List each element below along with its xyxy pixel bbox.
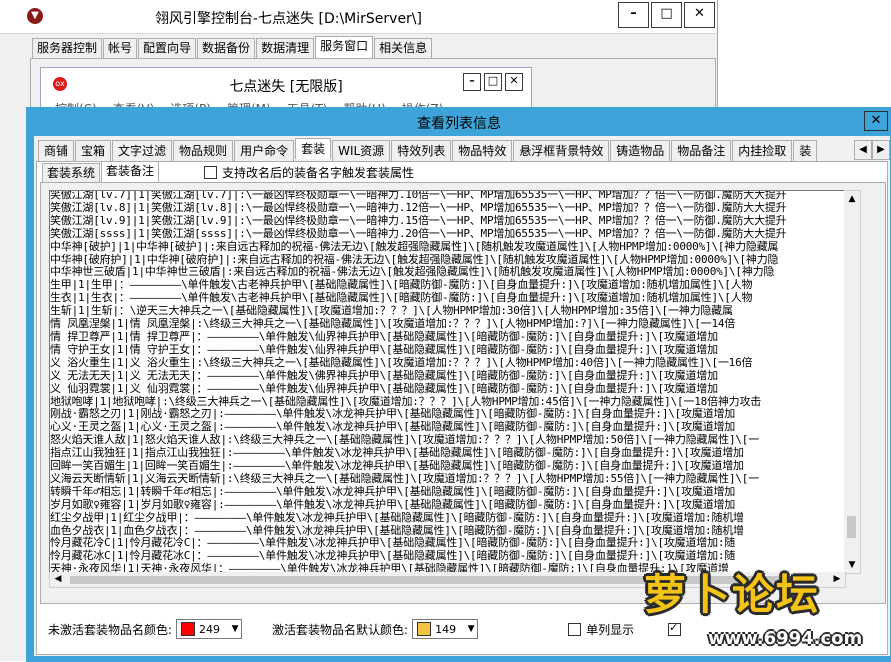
- dialog-tabs: 商铺 宝箱 文字过滤 物品规则 用户命令 套装 WIL资源 特效列表 物品特效 …: [38, 138, 818, 161]
- tab-tooltip-bg-effects[interactable]: 悬浮框背景特效: [513, 140, 610, 161]
- dialog-titlebar: 查看列表信息 ✕: [26, 107, 891, 135]
- chevron-down-icon: ▼: [231, 624, 239, 634]
- suit-note-line: 笑傲江湖[ssss]|1|笑傲江湖[ssss]|:\一最凶悍终极勋章一\一暗神力…: [50, 226, 787, 240]
- single-column-checkbox[interactable]: [568, 622, 582, 636]
- default-color-picker[interactable]: 149 ▼: [412, 619, 479, 639]
- tab-server-control[interactable]: 服务器控制: [32, 38, 103, 58]
- rename-trigger-checkbox[interactable]: [204, 166, 217, 179]
- main-window-title: 翎风引擎控制台-七点迷失 [D:\MirServer\]: [155, 11, 422, 27]
- vertical-scrollbar[interactable]: ▲ ▼: [844, 190, 861, 574]
- tab-account[interactable]: 帐号: [103, 38, 138, 58]
- main-window-buttons: – □ ✕: [616, 2, 715, 28]
- tab-data-cleanup[interactable]: 数据清理: [256, 38, 315, 58]
- suit-note-line: 义 仙羽霓裳|1|义 仙羽霓裳|：————————\单件触发\仙界神兵护甲\[基…: [50, 381, 718, 395]
- suit-note-line: 义 无法无天|1|义 无法无天|：————————\单件触发\佛界神兵护甲\[基…: [50, 368, 718, 382]
- tab-text-filter[interactable]: 文字过滤: [112, 140, 173, 161]
- vertical-scroll-thumb[interactable]: [847, 516, 856, 538]
- default-color-label: 激活套装物品名默认颜色:: [272, 622, 409, 637]
- suit-note-line: 笑傲江湖[lv.9]|1|笑傲江湖[lv.9]|:\一最凶悍终极勋章一\一暗神力…: [50, 213, 787, 227]
- subtab-suit-system[interactable]: 套装系统: [42, 163, 101, 183]
- suit-note-line: 红尘夕战甲|1|红尘夕战甲|：————————\单件触发\冰龙神兵护甲\[基础隐…: [50, 510, 744, 524]
- close-icon[interactable]: ✕: [684, 2, 715, 28]
- suit-note-line: 中华神[破护]|1|中华神[破护]|:来自远古释加的祝福-佛法无边\[触发超强隐…: [50, 239, 779, 253]
- tab-shop[interactable]: 商铺: [38, 140, 75, 161]
- scroll-up-icon[interactable]: ▲: [844, 191, 860, 207]
- close-icon[interactable]: ✕: [505, 73, 523, 91]
- game-server-buttons: – □ ✕: [460, 73, 523, 91]
- maximize-icon[interactable]: □: [651, 2, 682, 28]
- suit-notes-list[interactable]: 笑傲江湖[lv.7]|1|笑傲江湖[lv.7]|:\一最凶悍终极勋章一\一暗神力…: [49, 190, 846, 574]
- minimize-icon[interactable]: –: [463, 73, 481, 91]
- rename-trigger-option[interactable]: 支持改名后的装备名字触发套装属性: [204, 164, 414, 181]
- minimize-icon[interactable]: –: [618, 2, 649, 28]
- chevron-down-icon: ▼: [467, 624, 475, 634]
- game-server-title: 七点迷失 [无限版]: [229, 79, 343, 95]
- suit-note-line: 情 捍卫尊严|1|情 捍卫尊严|：————————\单件触发\仙界神兵护甲\[基…: [50, 329, 718, 343]
- suit-note-line: 岁月如歌♀雍容|1|岁月如歌♀雍容|:————————\单件触发\冰龙神兵护甲\…: [50, 497, 736, 511]
- tab-wil-resources[interactable]: WIL资源: [332, 140, 391, 161]
- tab-data-backup[interactable]: 数据备份: [197, 38, 256, 58]
- inactive-color-label: 未激活套装物品名颜色:: [48, 622, 173, 637]
- suit-note-line: 回眸一笑百媚生|1|回眸一笑百媚生|:————————\单件触发\冰龙神兵护甲\…: [50, 459, 744, 473]
- tab-scroll-buttons: ◀ ▶: [854, 140, 890, 160]
- inactive-color-value: 249: [199, 622, 221, 636]
- tab-effect-list[interactable]: 特效列表: [391, 140, 452, 161]
- watermark-url: www.6994.com: [708, 628, 863, 649]
- main-titlebar: ▼ 翎风引擎控制台-七点迷失 [D:\MirServer\] – □ ✕: [0, 0, 717, 34]
- tab-equip-truncated[interactable]: 装: [793, 140, 818, 161]
- tab-treasure-box[interactable]: 宝箱: [75, 140, 112, 161]
- scroll-left-icon[interactable]: ◀: [50, 572, 66, 587]
- dialog-title: 查看列表信息: [417, 116, 501, 132]
- tab-scroll-left-icon[interactable]: ◀: [854, 140, 872, 160]
- tab-scroll-right-icon[interactable]: ▶: [872, 140, 890, 160]
- tab-service-window[interactable]: 服务窗口: [315, 36, 374, 58]
- tab-auto-pickup[interactable]: 内挂捡取: [732, 140, 793, 161]
- watermark-logo-text: 萝卜论坛: [644, 570, 821, 619]
- suit-note-line: 义海云天断情斩|1|义海云天断情斩|:\终级三大神兵之一\[基础隐藏属性]\[攻…: [50, 471, 760, 485]
- tab-config-wizard[interactable]: 配置向导: [138, 38, 197, 58]
- maximize-icon[interactable]: □: [484, 73, 502, 91]
- suit-note-line: 转瞬千年♂相忘|1|转瞬千年♂相忘|:————————\单件触发\冰龙神兵护甲\…: [50, 484, 736, 498]
- single-column-label: 单列显示: [586, 622, 635, 637]
- suit-note-line: 情 守护王女|1|情 守护王女|：————————\单件触发\仙界神兵护甲\[基…: [50, 342, 718, 356]
- main-tabs: 服务器控制 帐号 配置向导 数据备份 数据清理 服务窗口 相关信息: [32, 36, 433, 60]
- default-color-value: 149: [435, 622, 457, 636]
- inactive-color-swatch: [181, 622, 196, 636]
- tab-user-commands[interactable]: 用户命令: [234, 140, 295, 161]
- rename-trigger-label: 支持改名后的装备名字触发套装属性: [222, 166, 415, 180]
- suit-notes-lines: 笑傲江湖[lv.7]|1|笑傲江湖[lv.7]|:\一最凶悍终极勋章一\一暗神力…: [50, 191, 787, 573]
- tab-forged-items[interactable]: 铸造物品: [610, 140, 671, 161]
- default-color-swatch: [417, 622, 432, 636]
- suit-note-line: 义 浴火重生|1|义 浴火重生|:\终级三大神兵之一\[基础隐藏属性]\[攻魔道…: [50, 355, 753, 369]
- tab-suit[interactable]: 套装: [295, 138, 332, 159]
- subtab-suit-notes[interactable]: 套装备注: [101, 161, 160, 183]
- tab-item-effects[interactable]: 物品特效: [452, 140, 513, 161]
- inactive-color-picker[interactable]: 249 ▼: [176, 619, 243, 639]
- suit-note-line: 笑傲江湖[lv.8]|1|笑傲江湖[lv.8]|:\一最凶悍终极勋章一\一暗神力…: [50, 200, 787, 214]
- tab-related-info[interactable]: 相关信息: [374, 38, 433, 58]
- forum-watermark: 萝卜论坛 www.6994.com: [640, 556, 891, 661]
- tab-item-rules[interactable]: 物品规则: [173, 140, 234, 161]
- tab-item-notes[interactable]: 物品备注: [671, 140, 732, 161]
- close-icon[interactable]: ✕: [864, 111, 888, 131]
